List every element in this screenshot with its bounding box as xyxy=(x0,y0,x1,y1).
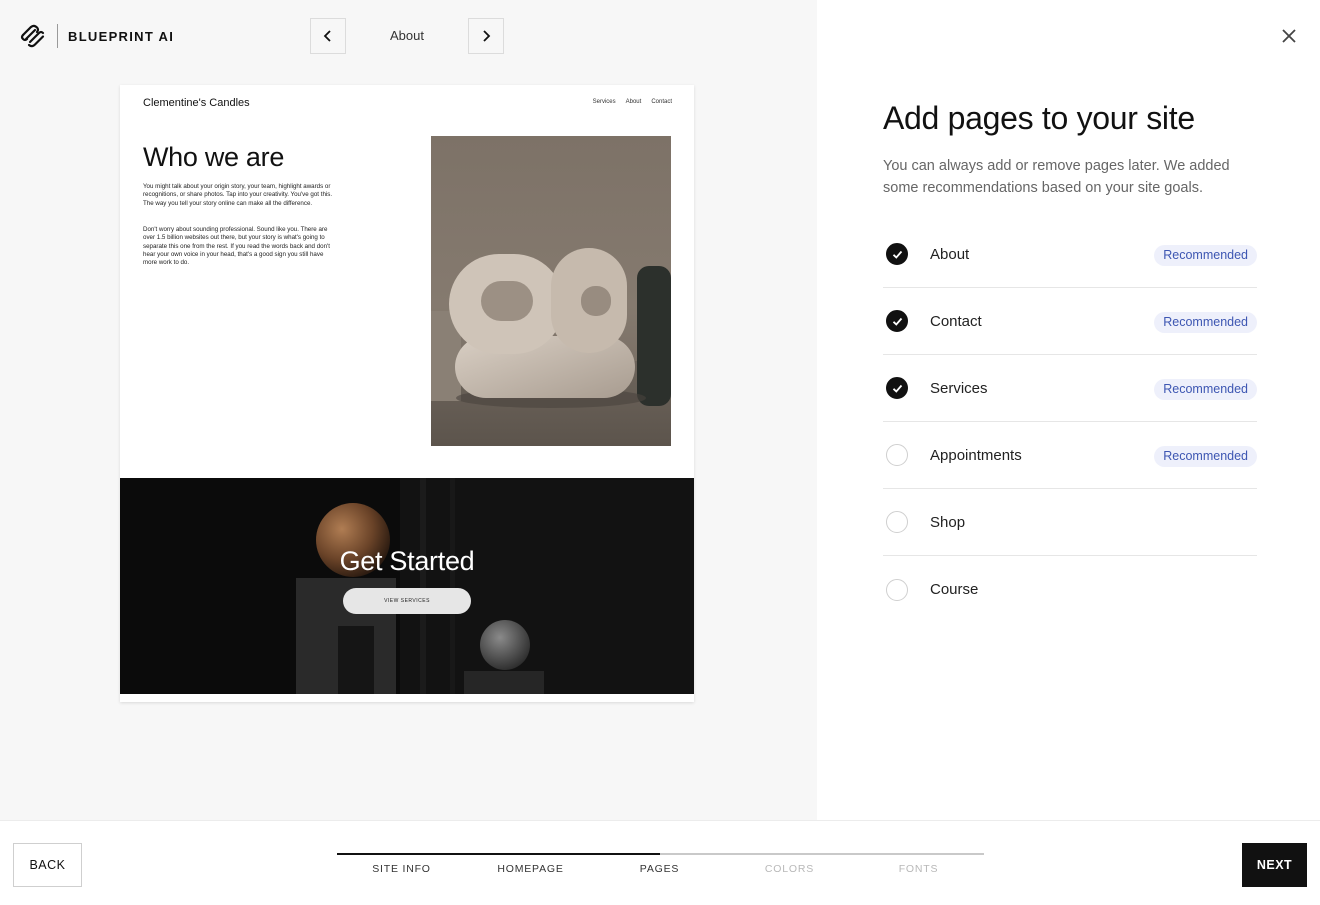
page-option-appointments[interactable]: Appointments Recommended xyxy=(883,422,1257,489)
preview-area: BLUEPRINT AI About Clementine's Candles … xyxy=(0,0,817,820)
brand-divider xyxy=(57,24,58,48)
preview-chair-image xyxy=(431,136,671,446)
preview-paragraph: Don't worry about sounding professional.… xyxy=(143,226,330,267)
checked-circle-icon[interactable] xyxy=(886,310,908,332)
progress-track-complete xyxy=(337,853,660,855)
preview-nav-item: About xyxy=(625,99,642,105)
preview-cta-title: Get Started xyxy=(339,546,475,576)
step-pages: PAGES xyxy=(639,863,680,875)
page-option-label: Contact xyxy=(930,312,982,330)
page-option-contact[interactable]: Contact Recommended xyxy=(883,288,1257,355)
brand-name: BLUEPRINT AI xyxy=(68,28,175,44)
page-option-label: Services xyxy=(930,379,988,397)
next-page-button[interactable] xyxy=(468,18,504,54)
step-site-info: SITE INFO xyxy=(372,863,431,875)
preview-nav: Services About Contact xyxy=(593,99,672,105)
preview-nav-item: Contact xyxy=(651,99,672,105)
page-option-label: Course xyxy=(930,581,979,598)
preview-cta-band: Get Started VIEW SERVICES xyxy=(120,478,694,694)
unchecked-circle-icon[interactable] xyxy=(886,578,908,601)
preview-cta-button: VIEW SERVICES xyxy=(343,588,471,614)
footer-bar: BACK SITE INFO HOMEPAGE PAGES COLORS FON… xyxy=(0,820,1320,905)
page-option-label: About xyxy=(930,245,970,263)
page-list: About Recommended Contact Recommended Se… xyxy=(883,221,1257,623)
squarespace-logo-icon xyxy=(20,24,45,48)
preview-heading: Who we are xyxy=(143,142,285,172)
page-option-services[interactable]: Services Recommended xyxy=(883,355,1257,422)
page-option-shop[interactable]: Shop xyxy=(883,489,1257,556)
site-preview[interactable]: Clementine's Candles Services About Cont… xyxy=(120,85,694,702)
prev-page-button[interactable] xyxy=(310,18,346,54)
pages-panel: Add pages to your site You can always ad… xyxy=(817,0,1320,820)
preview-site-name: Clementine's Candles xyxy=(143,97,250,109)
step-homepage: HOMEPAGE xyxy=(497,863,564,875)
back-button[interactable]: BACK xyxy=(13,843,82,887)
step-fonts: FONTS xyxy=(898,863,939,875)
page-option-about[interactable]: About Recommended xyxy=(883,221,1257,288)
page-option-label: Shop xyxy=(930,513,966,531)
brand[interactable]: BLUEPRINT AI xyxy=(20,23,174,49)
unchecked-circle-icon[interactable] xyxy=(886,444,908,466)
chevron-left-icon xyxy=(323,30,331,42)
recommended-badge: Recommended xyxy=(1154,379,1257,400)
close-icon[interactable] xyxy=(1279,26,1299,46)
recommended-badge: Recommended xyxy=(1154,446,1257,467)
page-option-course[interactable]: Course xyxy=(883,556,1257,623)
checked-circle-icon[interactable] xyxy=(886,243,908,265)
current-page-label: About xyxy=(390,28,424,43)
recommended-badge: Recommended xyxy=(1154,312,1257,333)
chevron-right-icon xyxy=(483,30,491,42)
preview-nav-item: Services xyxy=(592,99,616,105)
step-colors: COLORS xyxy=(764,863,815,875)
checked-circle-icon[interactable] xyxy=(886,377,908,399)
unchecked-circle-icon[interactable] xyxy=(886,511,908,533)
preview-paragraph: You might talk about your origin story, … xyxy=(143,183,333,207)
panel-title: Add pages to your site xyxy=(883,100,1195,136)
next-button[interactable]: NEXT xyxy=(1242,843,1307,887)
panel-description: You can always add or remove pages later… xyxy=(883,158,1230,196)
recommended-badge: Recommended xyxy=(1154,245,1257,266)
page-option-label: Appointments xyxy=(930,446,1022,464)
